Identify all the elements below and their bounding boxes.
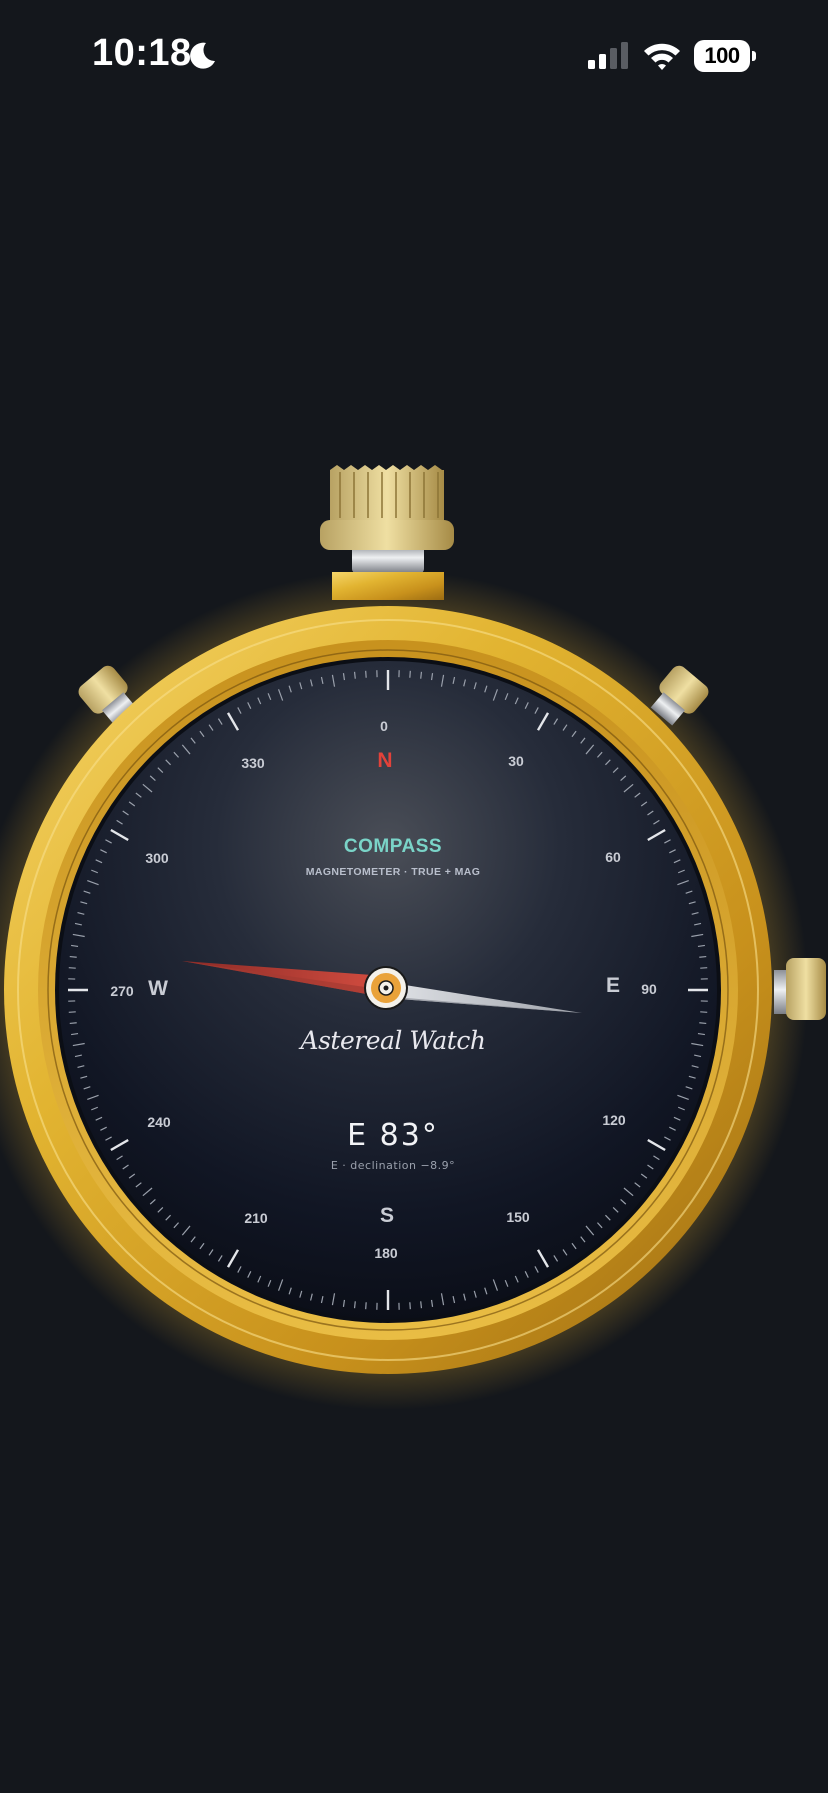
- watch-graphic: 0 30 60 90 120 150 180 210 240 270 300 3…: [0, 465, 826, 1410]
- degree-tick: [69, 1022, 77, 1025]
- needle-hub: [364, 966, 408, 1010]
- compass-watch: 0 30 60 90 120 150 180 210 240 270 300 3…: [0, 0, 828, 1793]
- degree-label-90: 90: [641, 981, 657, 997]
- declination-text: E · declination −8.9°: [330, 1159, 456, 1172]
- degree-label-60: 60: [605, 849, 621, 865]
- app-title: COMPASS: [343, 836, 443, 857]
- cardinal-south: S: [380, 1204, 394, 1227]
- degree-tick: [69, 955, 77, 958]
- degree-label-210: 210: [244, 1210, 268, 1226]
- degree-label-240: 240: [147, 1114, 171, 1130]
- cardinal-east: E: [606, 974, 620, 997]
- crown[interactable]: [320, 465, 454, 600]
- degree-label-0: 0: [380, 718, 388, 734]
- degree-label-180: 180: [374, 1245, 398, 1261]
- degree-label-150: 150: [506, 1209, 530, 1225]
- cardinal-west: W: [148, 977, 168, 1000]
- degree-tick: [353, 671, 356, 679]
- degree-tick: [353, 1301, 356, 1309]
- degree-tick: [699, 955, 707, 958]
- degree-tick: [420, 671, 423, 679]
- degree-tick: [699, 1022, 707, 1025]
- brand-signature: Astereal Watch: [300, 1026, 486, 1055]
- cardinal-north: N: [377, 749, 392, 772]
- heading-readout: E 83°: [347, 1118, 439, 1153]
- degree-label-330: 330: [241, 755, 265, 771]
- degree-label-30: 30: [508, 753, 524, 769]
- degree-label-300: 300: [145, 850, 169, 866]
- degree-tick: [420, 1301, 423, 1309]
- app-subtitle: MAGNETOMETER · TRUE + MAG: [305, 866, 481, 878]
- degree-label-270: 270: [110, 983, 134, 999]
- degree-label-120: 120: [602, 1112, 626, 1128]
